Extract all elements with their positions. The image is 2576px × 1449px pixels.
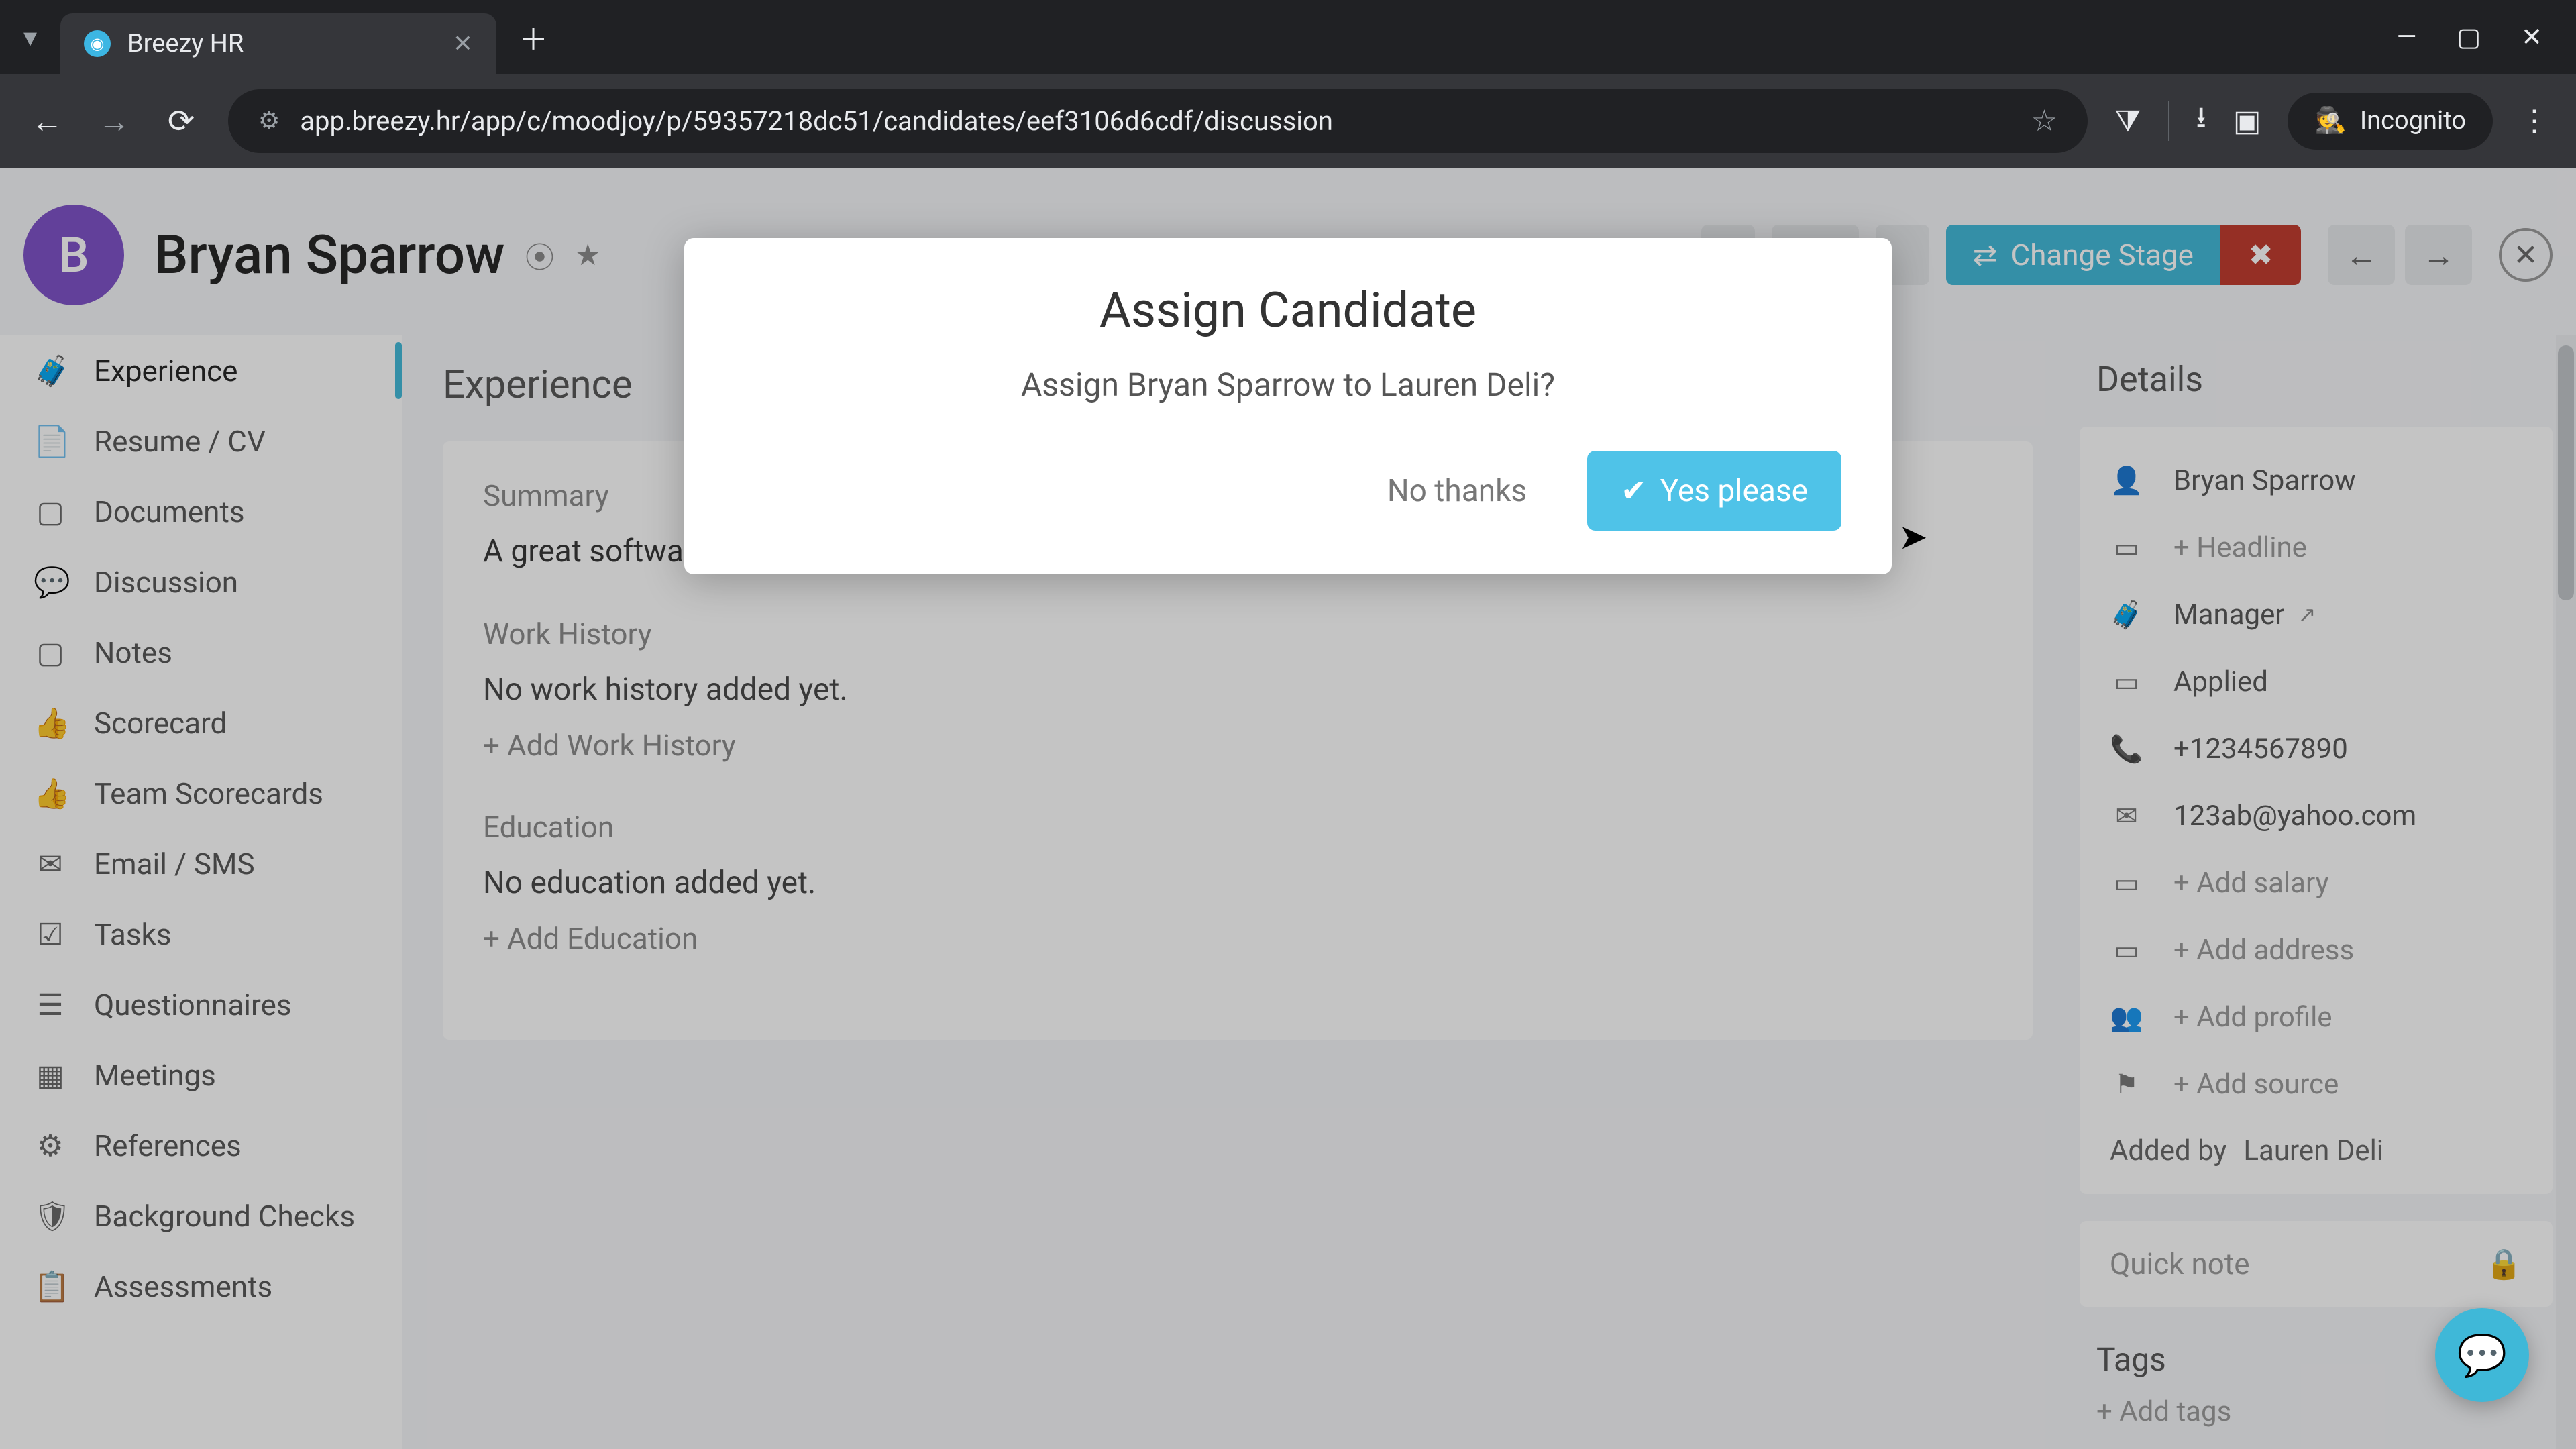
maximize-icon[interactable]: ▢ [2457, 22, 2481, 52]
modal-actions: No thanks ✔ Yes please [735, 451, 1841, 531]
tab-strip: ▾ ◉ Breezy HR ✕ ＋ — ▢ ✕ [0, 0, 2576, 74]
incognito-indicator[interactable]: 🕵 Incognito [2288, 93, 2493, 150]
yes-please-label: Yes please [1660, 473, 1808, 509]
browser-toolbar: ← → ⟳ ⚙ app.breezy.hr/app/c/moodjoy/p/59… [0, 74, 2576, 168]
reload-icon[interactable]: ⟳ [161, 102, 201, 140]
extensions-icon[interactable]: ⧩ [2114, 103, 2141, 138]
yes-please-button[interactable]: ✔ Yes please [1587, 451, 1841, 531]
intercom-chat-button[interactable]: 💬 [2435, 1308, 2529, 1402]
browser-chrome: ▾ ◉ Breezy HR ✕ ＋ — ▢ ✕ ← → ⟳ ⚙ app.bree… [0, 0, 2576, 168]
no-thanks-button[interactable]: No thanks [1367, 456, 1547, 526]
bookmark-star-icon[interactable]: ☆ [2031, 103, 2057, 138]
modal-title: Assign Candidate [735, 282, 1841, 339]
close-window-icon[interactable]: ✕ [2521, 22, 2542, 52]
breezy-favicon-icon: ◉ [84, 30, 111, 57]
close-tab-icon[interactable]: ✕ [453, 30, 473, 58]
incognito-label: Incognito [2360, 106, 2466, 136]
browser-menu-icon[interactable]: ⋮ [2520, 103, 2549, 138]
browser-tab[interactable]: ◉ Breezy HR ✕ [60, 13, 496, 74]
new-tab-button[interactable]: ＋ [510, 13, 557, 60]
url-text: app.breezy.hr/app/c/moodjoy/p/59357218dc… [300, 105, 2011, 137]
chat-bubble-icon: 💬 [2457, 1332, 2508, 1379]
tab-search-dropdown[interactable]: ▾ [7, 13, 54, 60]
separator [2168, 101, 2169, 141]
site-settings-icon[interactable]: ⚙ [258, 107, 280, 135]
tab-title: Breezy HR [127, 29, 436, 58]
downloads-icon[interactable]: ⭳ [2196, 96, 2206, 146]
assign-candidate-modal: Assign Candidate Assign Bryan Sparrow to… [684, 238, 1892, 574]
incognito-icon: 🕵 [2314, 106, 2346, 136]
app-viewport: B Bryan Sparrow ⦿ ★ ⇄ Change Stage ✖ ← →… [0, 168, 2576, 1449]
check-icon: ✔ [1621, 472, 1647, 509]
forward-icon: → [94, 102, 134, 140]
sidepanel-icon[interactable]: ▣ [2233, 103, 2261, 138]
modal-body: Assign Bryan Sparrow to Lauren Deli? [735, 366, 1841, 404]
window-controls: — ▢ ✕ [2397, 22, 2569, 52]
toolbar-right: ⧩ ⭳ ▣ 🕵 Incognito ⋮ [2114, 93, 2549, 150]
minimize-icon[interactable]: — [2397, 22, 2417, 52]
back-icon[interactable]: ← [27, 102, 67, 140]
omnibox[interactable]: ⚙ app.breezy.hr/app/c/moodjoy/p/59357218… [228, 89, 2088, 153]
